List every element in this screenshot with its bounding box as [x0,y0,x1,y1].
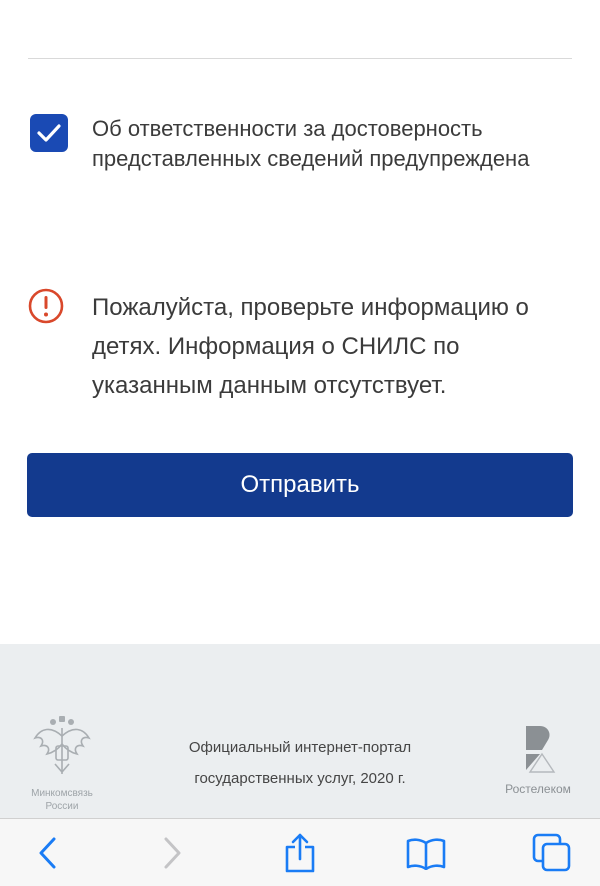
share-button[interactable] [280,833,320,873]
back-button[interactable] [28,833,68,873]
eagle-emblem-icon [33,716,91,774]
partner-name: Ростелеком [505,782,571,796]
tabs-icon [532,833,571,872]
bookmarks-icon [406,838,446,870]
portal-line-2: государственных услуг, 2020 г. [194,770,406,787]
alert-text: Пожалуйста, проверьте информацию о детях… [92,294,529,399]
partner-block[interactable]: Ростелеком [498,724,578,796]
bookmarks-button[interactable] [406,833,446,873]
ministry-name: Минкомсвязь России [31,788,93,812]
submit-button[interactable]: Отправить [27,453,573,517]
consent-label: Об ответственности за достоверность пред… [92,116,530,171]
tabs-button[interactable] [532,833,572,873]
forward-icon [164,837,181,869]
forward-button[interactable] [152,833,192,873]
portal-line-1: Официальный интернет-портал [188,739,412,756]
footer: Минкомсвязь России Официальный интернет-… [0,644,600,818]
ministry-block[interactable]: Минкомсвязь России [20,714,104,813]
browser-toolbar [0,818,600,886]
section-divider [28,58,572,59]
share-icon [285,833,315,873]
rostelecom-logo-icon [526,726,556,773]
back-icon [39,837,56,869]
checkmark-icon [37,124,61,142]
consent-checkbox[interactable] [30,114,68,152]
alert-circle-icon [28,288,64,324]
portal-info: Официальный интернет-портал государствен… [150,732,450,794]
